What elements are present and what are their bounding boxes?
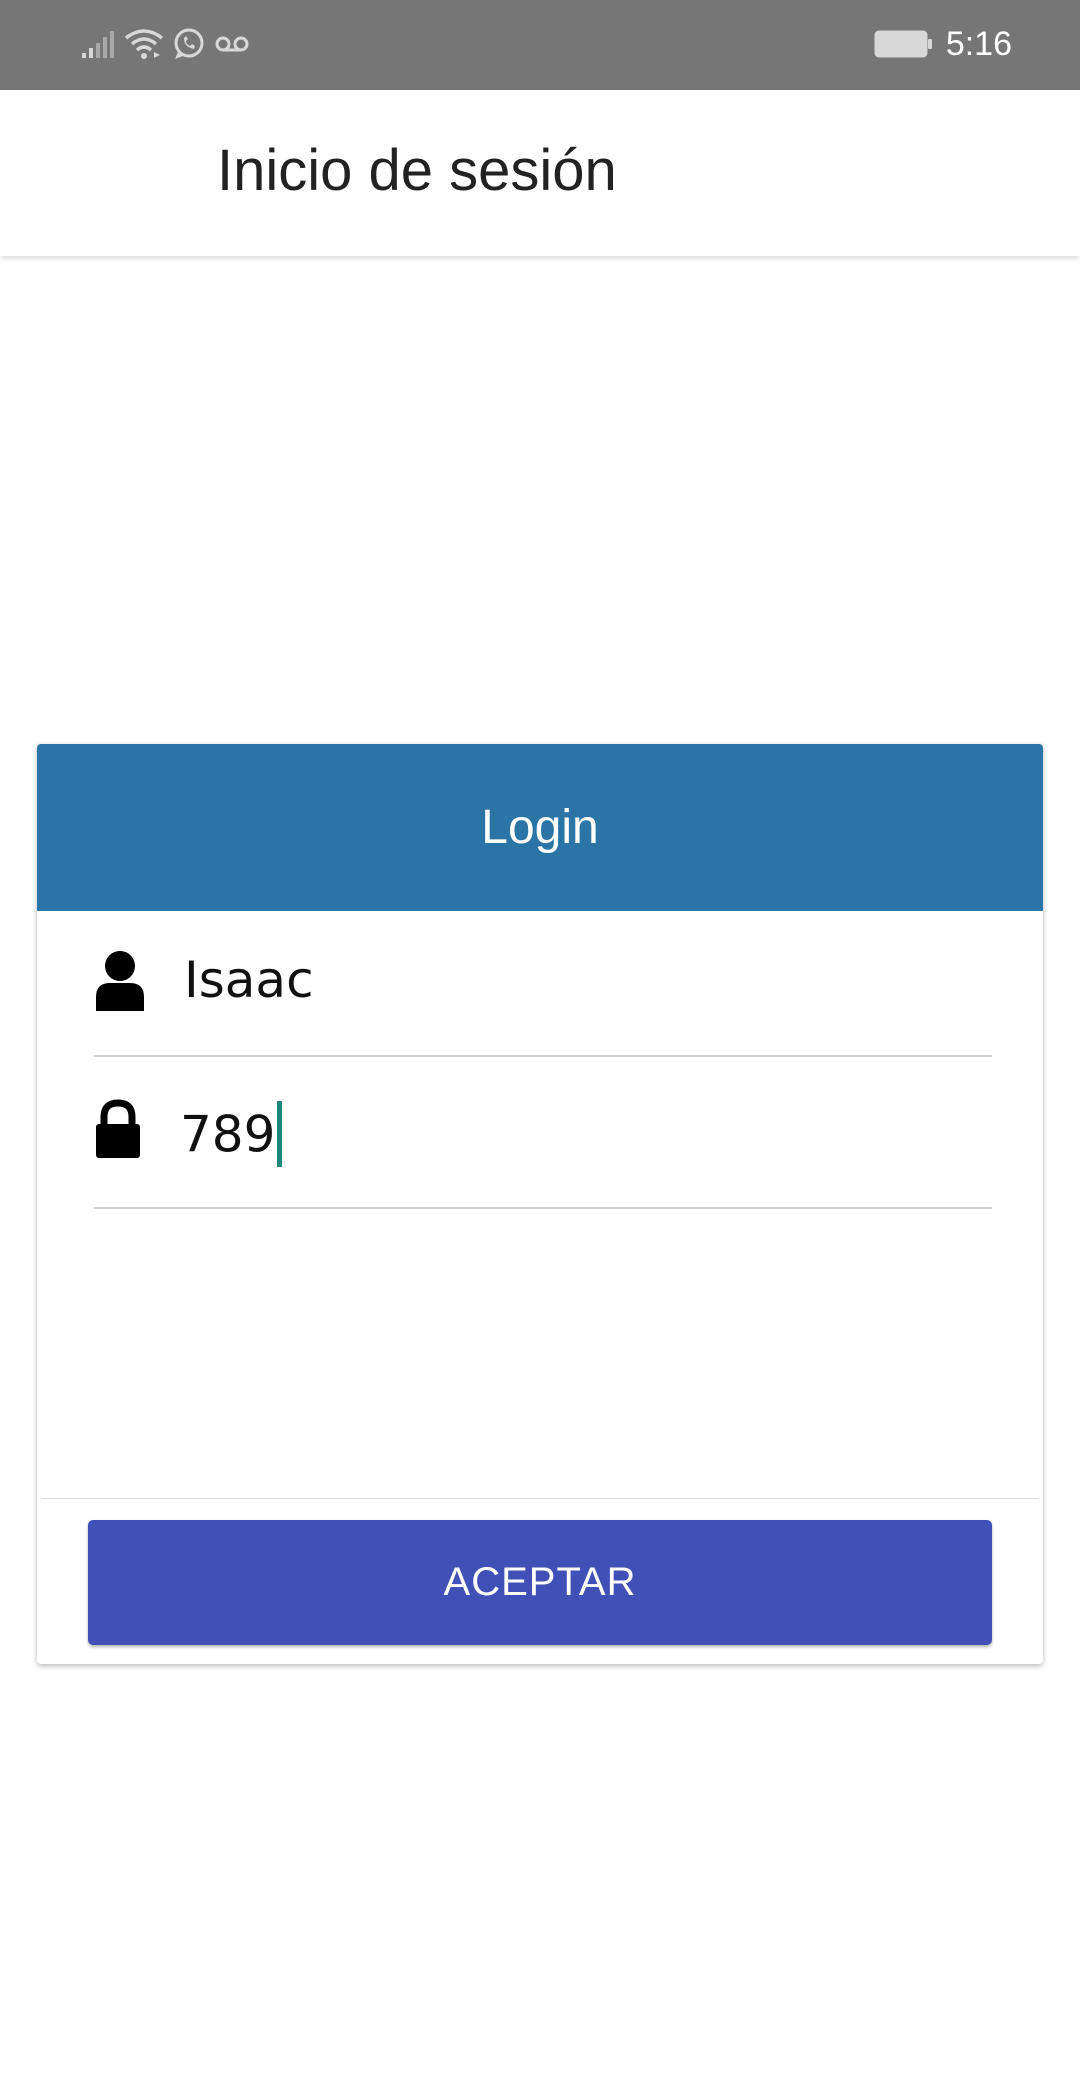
wifi-icon — [124, 29, 164, 59]
signal-icon — [82, 31, 114, 58]
username-input[interactable]: Isaac — [184, 955, 314, 1005]
status-time: 5:16 — [945, 24, 1012, 63]
username-field[interactable]: Isaac — [94, 905, 992, 1057]
status-icons-left — [80, 24, 250, 64]
voicemail-icon — [215, 36, 249, 52]
card-title: Login — [481, 801, 599, 854]
app-bar: Inicio de sesión — [0, 90, 1080, 256]
status-bar: 5:16 — [0, 0, 1080, 90]
battery-icon — [874, 30, 932, 58]
password-input[interactable]: 789 — [180, 1101, 283, 1171]
status-right: 5:16 — [874, 22, 1012, 66]
user-icon — [96, 951, 144, 1011]
card-divider — [41, 1498, 1039, 1499]
whatsapp-icon — [174, 28, 204, 59]
text-caret — [277, 1101, 283, 1167]
accept-button-label: ACEPTAR — [443, 1560, 637, 1604]
password-value: 789 — [180, 1105, 276, 1164]
page-title: Inicio de sesión — [217, 138, 617, 203]
card-header: Login — [37, 744, 1043, 911]
accept-button[interactable]: ACEPTAR — [88, 1520, 992, 1645]
lock-icon — [96, 1099, 140, 1158]
password-field[interactable]: 789 — [94, 1057, 992, 1209]
